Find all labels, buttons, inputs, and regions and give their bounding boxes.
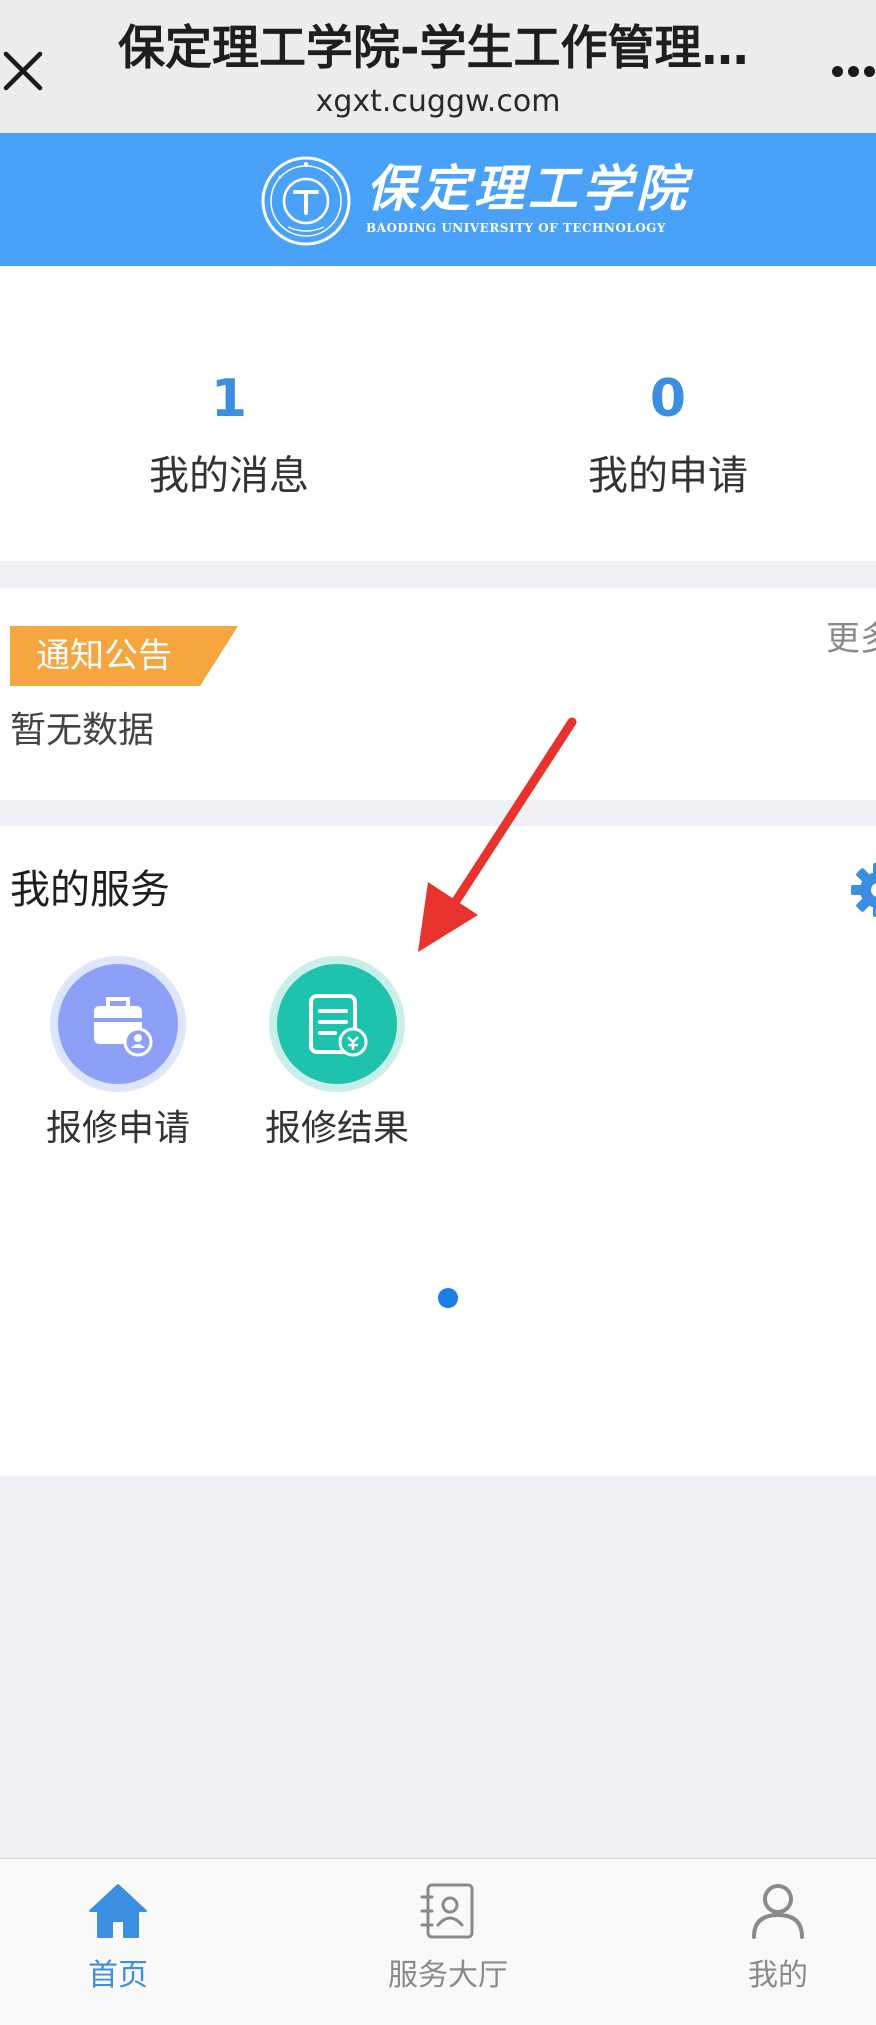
- nav-home[interactable]: 首页: [18, 1879, 218, 1997]
- nav-mine[interactable]: 我的: [678, 1879, 876, 1997]
- contact-book-icon: [420, 1883, 474, 1939]
- more-dot-icon: [832, 66, 843, 77]
- my-applications-stat[interactable]: 0 我的申请: [518, 364, 818, 504]
- repair-result-label: 报修结果: [264, 1108, 409, 1149]
- messages-count: 1: [210, 369, 248, 429]
- pager-dot[interactable]: [438, 1288, 458, 1308]
- toolbox-user-icon: [58, 964, 178, 1084]
- school-english-name: BAODING UNIVERSITY OF TECHNOLOGY: [366, 221, 666, 235]
- repair-result-icon-circle: [269, 956, 405, 1092]
- more-dot-icon: [848, 66, 859, 77]
- more-dot-icon: [864, 66, 875, 77]
- notice-more-link[interactable]: 更多: [826, 614, 876, 664]
- repair-request-label: 报修申请: [45, 1108, 190, 1149]
- browser-top-bar: 保定理工学院-学生工作管理服务平台 xgxt.cuggw.com: [0, 0, 876, 133]
- school-emblem-icon: [261, 156, 351, 246]
- services-title: 我的服务: [10, 867, 170, 913]
- services-settings-button[interactable]: [850, 862, 876, 918]
- document-coin-icon: [277, 964, 397, 1084]
- school-name: 保定理工学院: [366, 159, 690, 218]
- applications-label: 我的申请: [588, 453, 748, 499]
- repair-request-icon-circle: [50, 956, 186, 1092]
- applications-count: 0: [649, 369, 687, 429]
- bottom-nav: 首页 服务大厅 我的: [0, 1858, 876, 2025]
- page-url: xgxt.cuggw.com: [315, 84, 561, 119]
- messages-label: 我的消息: [149, 453, 309, 499]
- stats-card: 1 我的消息 0 我的申请: [0, 266, 876, 561]
- home-icon: [89, 1884, 147, 1938]
- more-options-button[interactable]: [826, 48, 876, 88]
- page-title: 保定理工学院-学生工作管理服务平台: [118, 21, 778, 76]
- notice-tag-label: 通知公告: [36, 636, 172, 676]
- service-repair-request[interactable]: 报修申请: [33, 956, 203, 1154]
- nav-home-label: 首页: [88, 1958, 148, 1993]
- annotation-arrow-icon: [418, 717, 577, 952]
- service-repair-result[interactable]: 报修结果: [252, 956, 422, 1154]
- notice-empty-text: 暂无数据: [10, 710, 155, 751]
- my-messages-stat[interactable]: 1 我的消息: [79, 364, 379, 504]
- user-icon: [752, 1884, 804, 1939]
- notice-tag: 通知公告: [10, 626, 238, 686]
- gear-icon: [851, 863, 876, 917]
- nav-mine-label: 我的: [748, 1958, 808, 1993]
- nav-service-hall-label: 服务大厅: [388, 1958, 508, 1993]
- nav-service-hall[interactable]: 服务大厅: [348, 1879, 548, 1997]
